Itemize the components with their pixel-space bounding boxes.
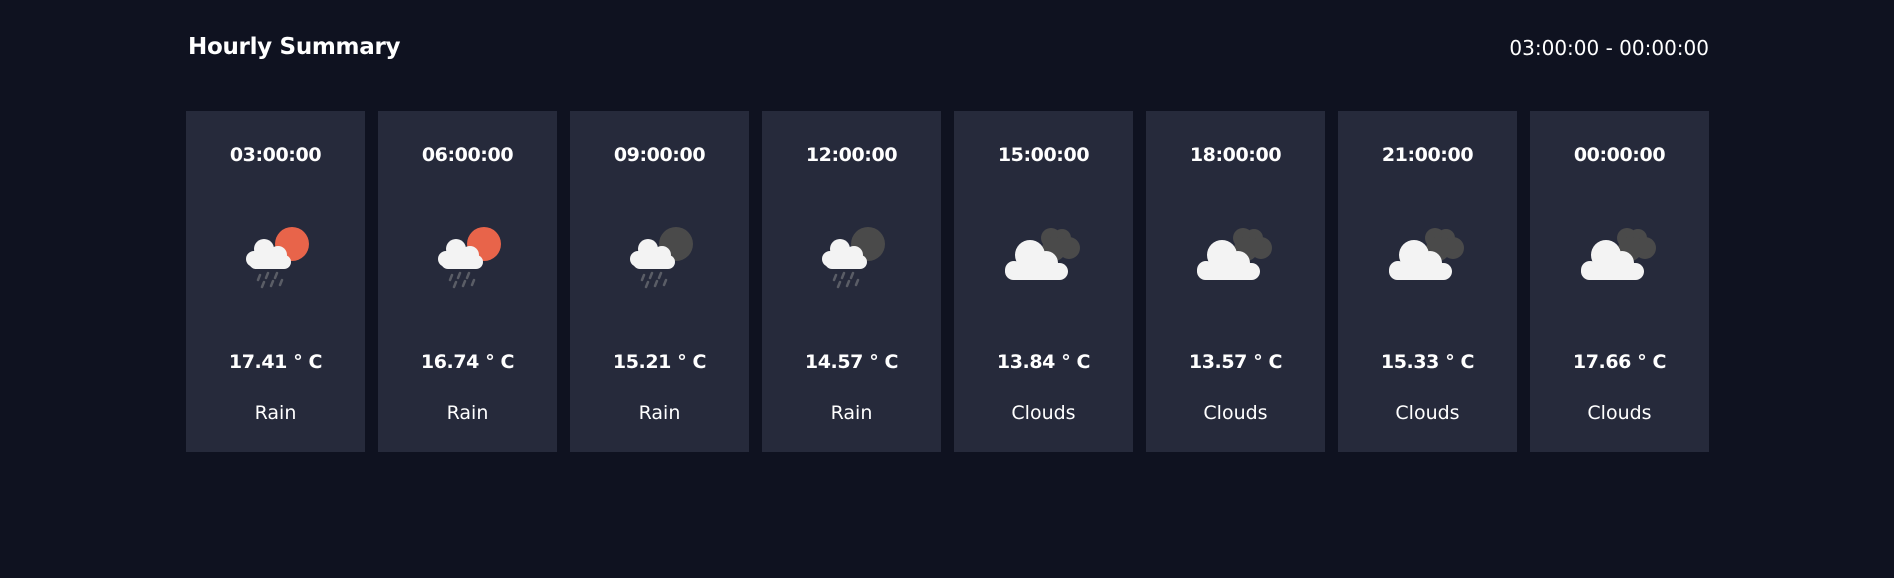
clouds-icon — [1570, 219, 1670, 289]
rain-moon-icon — [802, 219, 902, 289]
card-time: 18:00:00 — [1189, 144, 1282, 166]
card-temperature: 17.66 ° C — [1572, 351, 1667, 373]
hour-card: 00:00:00 17.66 ° C Clouds — [1530, 111, 1709, 452]
rain-sun-icon — [226, 219, 326, 289]
card-temperature: 17.41 ° C — [228, 351, 323, 373]
card-temperature: 13.57 ° C — [1188, 351, 1283, 373]
card-temperature: 13.84 ° C — [996, 351, 1091, 373]
card-description: Rain — [446, 402, 489, 424]
card-description: Clouds — [1395, 402, 1460, 424]
hour-card: 15:00:00 13.84 ° C Clouds — [954, 111, 1133, 452]
clouds-icon — [1378, 219, 1478, 289]
card-temperature: 16.74 ° C — [420, 351, 515, 373]
card-time: 15:00:00 — [997, 144, 1090, 166]
card-temperature: 14.57 ° C — [804, 351, 899, 373]
hour-card: 03:00:00 17.41 ° C Rain — [186, 111, 365, 452]
hour-card: 09:00:00 15.21 ° C Rain — [570, 111, 749, 452]
hourly-cards: 03:00:00 17.41 ° C Rain 06:00:00 16.74 °… — [186, 111, 1709, 452]
card-time: 12:00:00 — [805, 144, 898, 166]
card-description: Rain — [638, 402, 681, 424]
hourly-summary-page: Hourly Summary 03:00:00 - 00:00:00 03:00… — [0, 0, 1894, 578]
card-time: 06:00:00 — [421, 144, 514, 166]
rain-sun-icon — [418, 219, 518, 289]
card-description: Clouds — [1011, 402, 1076, 424]
page-title: Hourly Summary — [188, 34, 401, 60]
card-description: Clouds — [1587, 402, 1652, 424]
hour-card: 06:00:00 16.74 ° C Rain — [378, 111, 557, 452]
card-time: 21:00:00 — [1381, 144, 1474, 166]
card-description: Rain — [254, 402, 297, 424]
card-description: Clouds — [1203, 402, 1268, 424]
card-time: 00:00:00 — [1573, 144, 1666, 166]
card-temperature: 15.33 ° C — [1380, 351, 1475, 373]
clouds-icon — [1186, 219, 1286, 289]
hour-card: 12:00:00 14.57 ° C Rain — [762, 111, 941, 452]
hour-card: 18:00:00 13.57 ° C Clouds — [1146, 111, 1325, 452]
time-range: 03:00:00 - 00:00:00 — [1509, 36, 1709, 60]
rain-moon-icon — [610, 219, 710, 289]
clouds-icon — [994, 219, 1094, 289]
card-time: 03:00:00 — [229, 144, 322, 166]
hour-card: 21:00:00 15.33 ° C Clouds — [1338, 111, 1517, 452]
card-time: 09:00:00 — [613, 144, 706, 166]
card-description: Rain — [830, 402, 873, 424]
card-temperature: 15.21 ° C — [612, 351, 707, 373]
